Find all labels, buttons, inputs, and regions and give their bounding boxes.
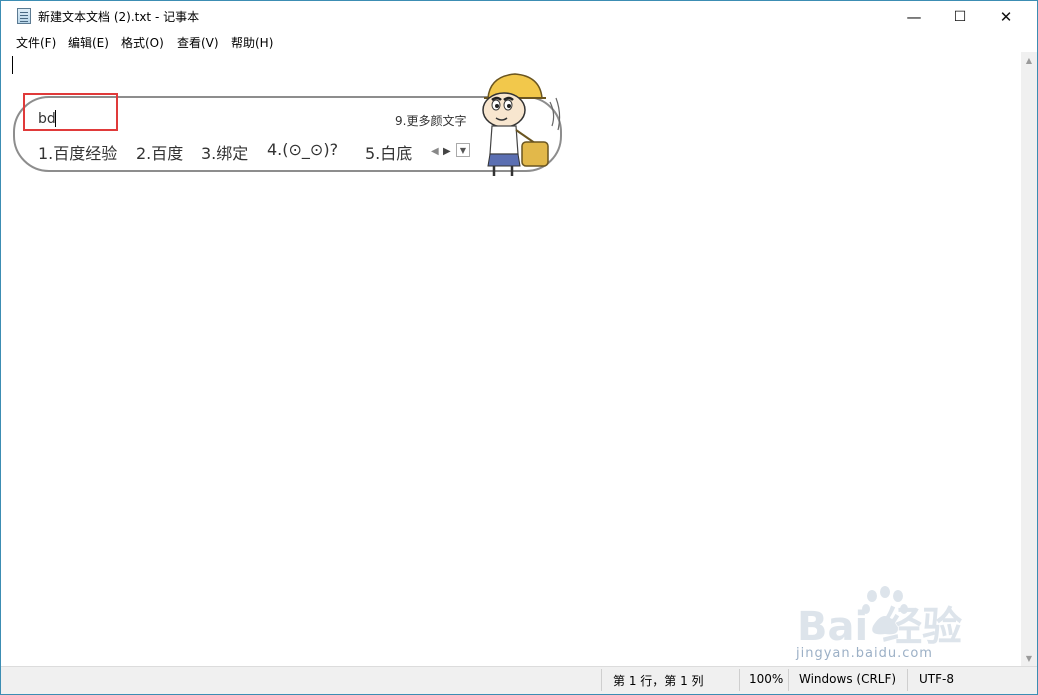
- annotation-highlight-box: [23, 93, 118, 131]
- window-title: 新建文本文档 (2).txt - 记事本: [38, 10, 200, 24]
- menu-help[interactable]: 帮助(H): [231, 34, 273, 51]
- menu-view[interactable]: 查看(V): [177, 34, 219, 51]
- menu-format[interactable]: 格式(O): [121, 34, 164, 51]
- scroll-down-arrow-icon[interactable]: ▼: [1021, 650, 1037, 666]
- zoom-level: 100%: [749, 672, 784, 686]
- vertical-scrollbar[interactable]: ▲ ▼: [1021, 52, 1037, 666]
- status-bar: 第 1 行，第 1 列 100% Windows (CRLF) UTF-8: [1, 666, 1037, 694]
- status-divider: [739, 669, 740, 691]
- line-ending: Windows (CRLF): [799, 672, 897, 686]
- ime-prev-page-icon[interactable]: ◀: [431, 146, 439, 157]
- ime-skin-mascot-icon: [482, 73, 561, 176]
- ime-candidate[interactable]: 5.白底: [365, 140, 412, 164]
- ime-candidate[interactable]: 3.绑定: [201, 140, 248, 164]
- menu-file[interactable]: 文件(F): [16, 34, 56, 51]
- maximize-button[interactable]: ☐: [937, 1, 983, 32]
- notepad-icon: [17, 8, 31, 24]
- menu-bar: 文件(F) 编辑(E) 格式(O) 查看(V) 帮助(H): [1, 32, 1037, 52]
- close-button[interactable]: ✕: [983, 1, 1029, 32]
- text-caret: [12, 56, 13, 74]
- cursor-position: 第 1 行，第 1 列: [613, 674, 704, 688]
- encoding: UTF-8: [919, 672, 954, 686]
- ime-next-page-icon[interactable]: ▶: [443, 146, 451, 157]
- ime-dropdown-icon[interactable]: ▼: [456, 143, 470, 157]
- title-bar[interactable]: 新建文本文档 (2).txt - 记事本 — ☐ ✕: [1, 1, 1037, 32]
- menu-edit[interactable]: 编辑(E): [68, 34, 109, 51]
- status-divider: [601, 669, 602, 691]
- ime-candidate[interactable]: 1.百度经验: [38, 140, 117, 164]
- watermark-url: jingyan.baidu.com: [796, 646, 933, 661]
- ime-more-emoticons[interactable]: 9.更多颜文字: [395, 112, 466, 129]
- ime-candidate[interactable]: 4.(⊙_⊙)?: [267, 140, 338, 159]
- status-divider: [907, 669, 908, 691]
- minimize-button[interactable]: —: [891, 1, 937, 32]
- watermark-logo-text: Bai 经验: [797, 604, 962, 650]
- scroll-up-arrow-icon[interactable]: ▲: [1021, 52, 1037, 68]
- ime-candidate[interactable]: 2.百度: [136, 140, 183, 164]
- status-divider: [788, 669, 789, 691]
